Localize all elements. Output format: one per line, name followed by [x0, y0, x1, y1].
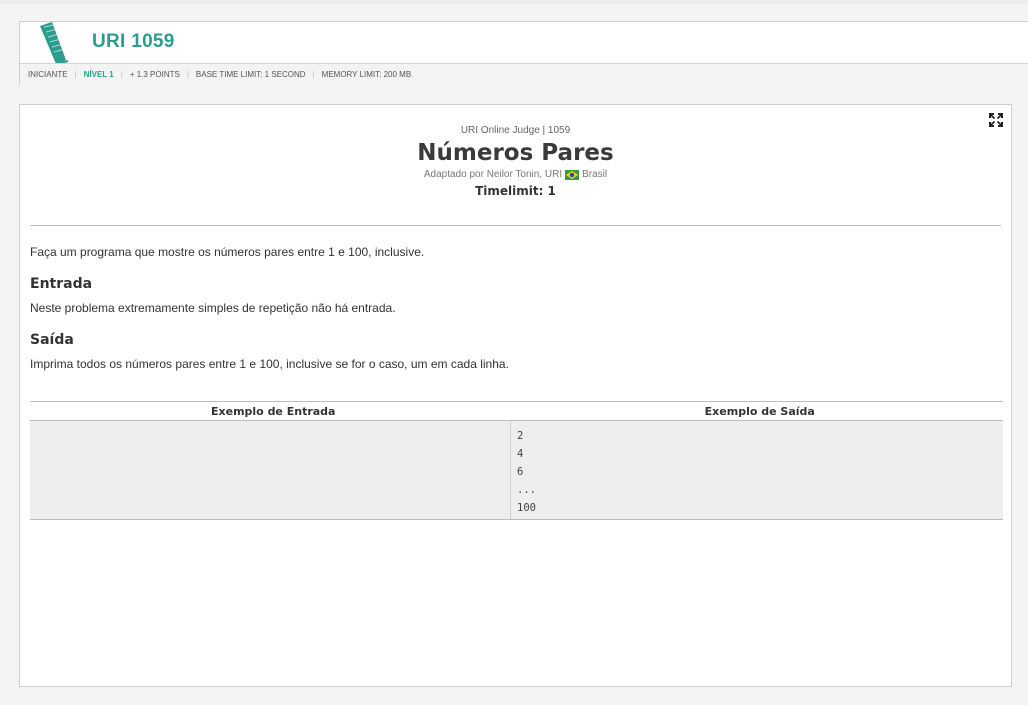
- judge-label: URI Online Judge | 1059: [460, 125, 571, 136]
- input-text: Neste problema extremamente simples de r…: [30, 301, 396, 315]
- description-text: Faça um programa que mostre os números p…: [30, 245, 425, 259]
- logo-icon: [40, 22, 69, 64]
- author-text: Adaptado por Neilor Tonin, URI: [423, 169, 563, 180]
- sample-output-line: 2: [517, 430, 524, 442]
- input-heading: Entrada: [30, 276, 93, 292]
- problem-info-bar: INICIANTE | NÍVEL 1 | + 1.3 POINTS | BAS…: [20, 63, 1028, 85]
- points-label: + 1.3 POINTS: [129, 70, 180, 79]
- timelimit-label: Timelimit: 1: [475, 184, 556, 198]
- problem-description: Faça um programa que mostre os números p…: [30, 245, 1003, 371]
- page-title: Números Pares: [417, 140, 614, 166]
- memory-label: MEMORY LIMIT: 200 MB: [321, 70, 412, 79]
- samples-body-row: 2 4 6 ... 100: [30, 421, 1003, 520]
- sample-output-line: 6: [517, 466, 524, 478]
- country-text: Brasil: [582, 169, 608, 180]
- problem-code: URI 1059: [92, 31, 175, 52]
- separator: |: [312, 70, 315, 79]
- output-heading: Saída: [30, 332, 74, 348]
- output-text: Imprima todos os números pares entre 1 e…: [30, 357, 509, 371]
- category-label[interactable]: INICIANTE: [28, 70, 68, 79]
- base-time-label: BASE TIME LIMIT: 1 SECOND: [195, 70, 306, 79]
- sample-output-line: 4: [517, 448, 524, 460]
- sample-output-line: 100: [517, 502, 536, 514]
- level-label: NÍVEL 1: [83, 70, 114, 79]
- fullscreen-icon[interactable]: [989, 113, 1003, 127]
- samples-header-row: Exemplo de Entrada Exemplo de Saída: [30, 402, 1003, 421]
- brazil-flag-icon: [565, 169, 580, 180]
- sample-input-header: Exemplo de Entrada: [211, 404, 336, 418]
- problem-heading: URI Online Judge | 1059 Números Pares Ad…: [20, 105, 1011, 198]
- separator: |: [186, 70, 189, 79]
- problem-header: URI 1059 INICIANTE | NÍVEL 1 | + 1.3 POI…: [19, 21, 1028, 85]
- divider: [30, 225, 1001, 226]
- separator: |: [74, 70, 77, 79]
- author-line: Adaptado por Neilor Tonin, URI Brasil: [20, 169, 1011, 180]
- sample-output-header: Exemplo de Saída: [704, 404, 815, 418]
- sample-output-line: ...: [517, 484, 536, 496]
- top-strip: [0, 0, 1028, 4]
- sample-input-cell[interactable]: [30, 421, 511, 519]
- samples-table: Exemplo de Entrada Exemplo de Saída 2 4 …: [30, 401, 1003, 520]
- sample-output-cell[interactable]: 2 4 6 ... 100: [511, 421, 1003, 519]
- problem-panel: URI Online Judge | 1059 Números Pares Ad…: [19, 104, 1012, 687]
- separator: |: [120, 70, 123, 79]
